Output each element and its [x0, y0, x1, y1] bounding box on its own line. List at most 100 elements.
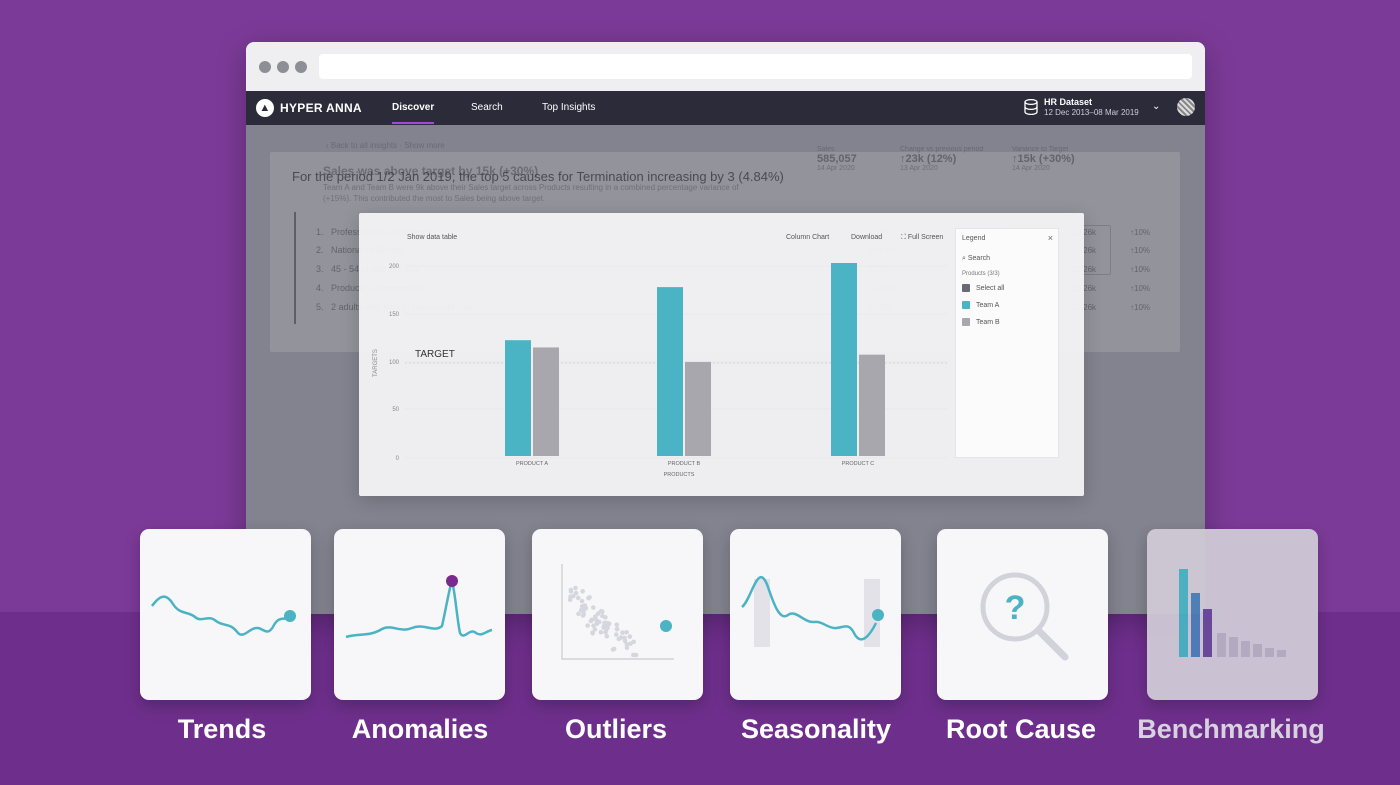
scatter-dot [590, 630, 595, 636]
card-outliers[interactable] [532, 529, 703, 700]
dataset-selector[interactable]: HR Dataset 12 Dec 2013–08 Mar 2019 [1044, 97, 1139, 117]
row-percent: ↑10% [1130, 284, 1151, 293]
app-logo[interactable]: ▲ HYPER ANNA [256, 99, 362, 117]
magnifier-question-icon: ? [980, 572, 1069, 661]
window-minimize-dot[interactable] [277, 61, 289, 73]
x-tick-label: PRODUCT B [668, 461, 701, 467]
legend-item-team-a[interactable]: Team A [962, 301, 999, 309]
seasonality-icon [741, 576, 884, 647]
row-percent: ↑10% [1130, 303, 1151, 312]
legend-select-all[interactable]: Select all [962, 284, 1004, 292]
scatter-dot [631, 639, 636, 645]
scatter-dots [567, 585, 639, 658]
legend-item-team-b[interactable]: Team B [962, 318, 1000, 326]
scatter-dot [576, 611, 581, 617]
scatter-dot [618, 635, 624, 640]
bar-team-b [685, 361, 711, 456]
bar-team-a [505, 340, 531, 456]
tab-discover[interactable]: Discover [392, 102, 434, 113]
bar-team-a [831, 263, 857, 456]
tab-top-insights[interactable]: Top Insights [542, 102, 595, 113]
y-tick-label: 0 [396, 456, 400, 462]
card-label-benchmarking: Benchmarking [1137, 714, 1325, 744]
scatter-dot [598, 629, 604, 635]
scatter-dot [581, 612, 586, 617]
scatter-dot [591, 605, 596, 610]
chevron-down-icon[interactable]: ⌄ [1152, 101, 1160, 112]
legend-search-placeholder: Search [967, 255, 991, 262]
row-percent: ↑10% [1130, 228, 1151, 237]
scatter-dot [622, 638, 628, 644]
logo-text: HYPER ANNA [280, 101, 362, 115]
card-seasonality[interactable] [730, 529, 901, 700]
overlay-insight-summary: Team A and Team B were 9k above their Sa… [323, 183, 739, 203]
dataset-name: HR Dataset [1044, 97, 1093, 107]
card-label-trends: Trends [177, 714, 267, 744]
panel-accent-bar [294, 212, 296, 324]
active-tab-indicator [392, 122, 434, 124]
metric-value: ↑15k (+30%) [1012, 153, 1075, 165]
logo-icon: ▲ [256, 99, 274, 117]
card-label-anomalies: Anomalies [351, 714, 489, 744]
y-tick-label: 200 [389, 264, 400, 270]
legend-title: Legend [962, 235, 986, 242]
anomaly-spike-icon [345, 575, 493, 639]
metric-value: ↑23k (12%) [900, 153, 957, 165]
scatter-dot [573, 585, 578, 591]
scatter-dot [582, 603, 588, 608]
scatter-dot [604, 633, 610, 639]
card-label-seasonality: Seasonality [740, 714, 892, 744]
chart-modal: Show data table Column Chart Download ⛶ … [359, 213, 1084, 496]
card-root-cause[interactable]: ? [937, 529, 1108, 700]
scatter-dot [580, 589, 585, 594]
close-icon[interactable]: × [1048, 233, 1053, 243]
checkbox-icon [962, 301, 970, 309]
scatter-dot [611, 646, 617, 652]
metric-sales: Sales 585,057 14 Apr 2020 [817, 146, 857, 172]
rank-number: 5. [316, 302, 324, 312]
legend-search-input[interactable]: ⌕ Search [962, 255, 990, 263]
breadcrumb[interactable]: ‹ Back to all insights · Show more [326, 141, 445, 150]
dataset-range: 12 Dec 2013–08 Mar 2019 [1044, 108, 1139, 117]
tab-search[interactable]: Search [471, 102, 503, 113]
metric-variance: Variance to Target ↑15k (+30%) 14 Apr 20… [1012, 146, 1075, 172]
legend-section-label: Products (3/3) [962, 271, 1000, 277]
scatter-dot [567, 597, 573, 603]
scatter-dot [614, 626, 620, 632]
scatter-dot [579, 598, 585, 604]
window-close-dot[interactable] [259, 61, 271, 73]
legend-panel: Legend × ⌕ Search Products (3/3) Select … [955, 228, 1059, 458]
scatter-dot [601, 623, 607, 629]
legend-item-label: Team B [976, 318, 1000, 326]
metric-change: Change vs previous period ↑23k (12%) 13 … [900, 146, 983, 172]
card-anomalies[interactable] [334, 529, 505, 700]
scatter-dot [571, 593, 576, 599]
rank-number: 3. [316, 264, 324, 274]
svg-text:?: ? [1005, 589, 1026, 627]
scatter-dot [575, 595, 581, 601]
card-benchmarking[interactable] [1147, 529, 1318, 700]
scatter-dot [620, 630, 625, 635]
scatter-dot [614, 622, 620, 627]
card-trends[interactable] [140, 529, 311, 700]
avatar[interactable] [1177, 98, 1195, 116]
metric-label: Change vs previous period [900, 146, 984, 153]
url-bar[interactable] [319, 54, 1192, 79]
scatter-dot [600, 613, 605, 619]
scatter-dot [568, 587, 574, 593]
y-tick-label: 100 [389, 360, 400, 366]
trend-line-icon [150, 595, 296, 636]
x-axis-label: PRODUCTS [664, 472, 695, 478]
legend-item-label: Select all [976, 284, 1005, 292]
scatter-dot [631, 652, 636, 658]
card-label-outliers: Outliers [564, 714, 668, 744]
scatter-dot [588, 618, 594, 624]
overlay-insight-heading: Sales was above target by 15k (+30%) [323, 164, 539, 178]
scatter-dot [605, 622, 611, 628]
database-icon [1024, 99, 1038, 115]
app-navbar: ▲ HYPER ANNA Discover Search Top Insight… [246, 91, 1205, 125]
checkbox-icon [962, 318, 970, 326]
window-maximize-dot[interactable] [295, 61, 307, 73]
benchmark-bars-icon [1179, 569, 1286, 657]
scatter-dot [624, 630, 629, 635]
